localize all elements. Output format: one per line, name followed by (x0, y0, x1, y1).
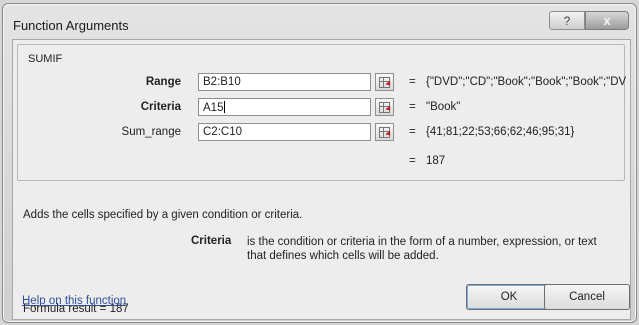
result-equals: = (409, 155, 416, 167)
range-collapse-button[interactable] (375, 73, 394, 91)
sum-range-collapse-button[interactable] (375, 123, 394, 141)
criteria-equals: = (409, 101, 416, 113)
ok-button[interactable]: OK (466, 284, 552, 310)
function-name: SUMIF (28, 53, 63, 65)
cancel-button[interactable]: Cancel (544, 284, 630, 310)
sum-range-input[interactable]: C2:C10 (198, 123, 371, 141)
range-input[interactable]: B2:B10 (198, 73, 371, 91)
criteria-label: Criteria (140, 101, 181, 113)
range-label: Range (145, 76, 181, 88)
range-equals: = (409, 76, 416, 88)
dialog-body: SUMIF Range B2:B10 = {"DVD";"CD";"Book";… (12, 39, 631, 320)
argument-help-text: is the condition or criteria in the form… (247, 236, 597, 262)
sum-range-evaluated-value: {41;81;22;53;66;62;46;95;31} (426, 126, 575, 138)
criteria-collapse-button[interactable] (375, 98, 394, 116)
criteria-input[interactable]: A15 (198, 98, 371, 116)
text-caret (224, 101, 226, 113)
function-description: Adds the cells specified by a given cond… (23, 209, 303, 221)
range-evaluated-value: {"DVD";"CD";"Book";"Book";"Book";"DVD (426, 76, 626, 88)
function-result-value: 187 (426, 155, 446, 167)
range-input-value: B2:B10 (203, 76, 241, 88)
sum-range-label: Sum_range (121, 126, 181, 138)
help-on-function-link[interactable]: Help on this function (22, 295, 126, 307)
arguments-group: SUMIF Range B2:B10 = {"DVD";"CD";"Book";… (17, 44, 626, 181)
criteria-evaluated-value: "Book" (426, 101, 461, 113)
criteria-input-value: A15 (203, 102, 224, 114)
function-arguments-dialog: Function Arguments ? x SUMIF Range B2:B1… (2, 3, 637, 323)
dialog-title: Function Arguments (13, 18, 129, 33)
sum-range-input-value: C2:C10 (203, 126, 242, 138)
sum-range-equals: = (409, 126, 416, 138)
close-button[interactable]: x (585, 11, 629, 30)
argument-help-name: Criteria (191, 235, 232, 247)
help-button[interactable]: ? (549, 11, 585, 30)
